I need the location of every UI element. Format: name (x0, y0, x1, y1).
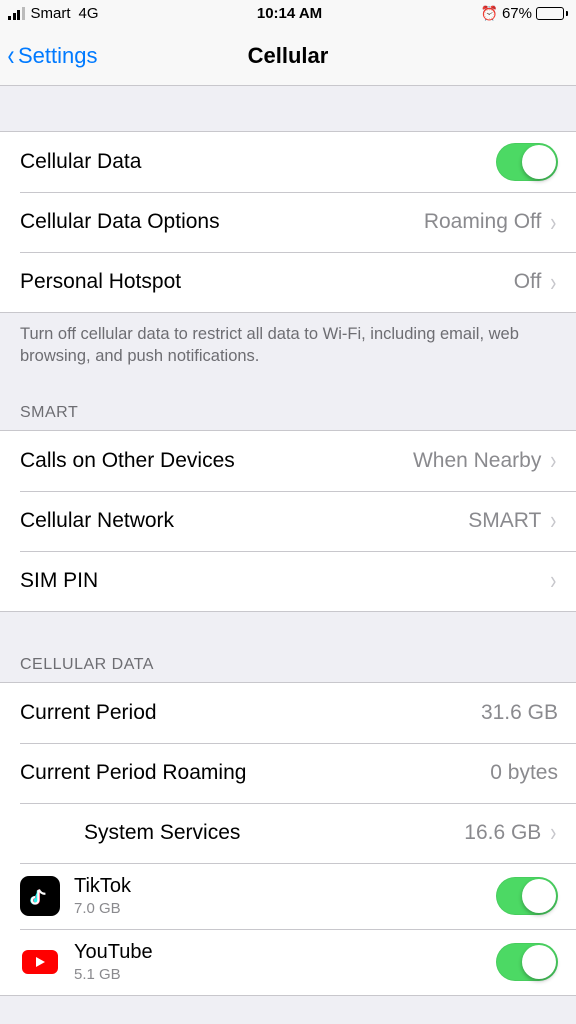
row-label: Cellular Data (20, 150, 141, 174)
row-value: SMART (468, 509, 541, 533)
app-row-youtube[interactable]: YouTube 5.1 GB (0, 929, 576, 995)
calls-other-devices-row[interactable]: Calls on Other Devices When Nearby › (0, 431, 576, 491)
app-toggle[interactable] (496, 877, 558, 915)
carrier-label: Smart (31, 5, 71, 22)
chevron-right-icon: › (551, 565, 557, 596)
nav-bar: ‹ Settings Cellular (0, 26, 576, 86)
cellular-footer-note: Turn off cellular data to restrict all d… (0, 313, 576, 368)
chevron-left-icon: ‹ (8, 41, 15, 71)
smart-group: Calls on Other Devices When Nearby › Cel… (0, 430, 576, 612)
cellular-data-row[interactable]: Cellular Data (0, 132, 576, 192)
youtube-icon (20, 942, 60, 982)
app-name: YouTube (74, 941, 153, 964)
cellular-group: Cellular Data Cellular Data Options Roam… (0, 131, 576, 313)
app-toggle[interactable] (496, 943, 558, 981)
data-usage-group: Current Period 31.6 GB Current Period Ro… (0, 682, 576, 996)
chevron-right-icon: › (551, 267, 557, 298)
current-period-roaming-row: Current Period Roaming 0 bytes (0, 743, 576, 803)
sim-pin-row[interactable]: SIM PIN › (0, 551, 576, 611)
app-usage: 7.0 GB (74, 900, 131, 917)
section-header-cellular-data: CELLULAR DATA (0, 648, 576, 682)
cellular-network-row[interactable]: Cellular Network SMART › (0, 491, 576, 551)
signal-icon (8, 7, 25, 20)
tiktok-icon (20, 876, 60, 916)
chevron-right-icon: › (551, 505, 557, 536)
section-header-smart: SMART (0, 396, 576, 430)
row-value: Roaming Off (424, 210, 542, 234)
system-services-row[interactable]: System Services 16.6 GB › (0, 803, 576, 863)
row-value: 0 bytes (490, 761, 558, 785)
row-label: Calls on Other Devices (20, 449, 235, 473)
back-label: Settings (18, 43, 98, 69)
row-label: Cellular Network (20, 509, 174, 533)
personal-hotspot-row[interactable]: Personal Hotspot Off › (0, 252, 576, 312)
row-value: 31.6 GB (481, 701, 558, 725)
row-value: When Nearby (413, 449, 541, 473)
row-value: 16.6 GB (464, 821, 541, 845)
app-row-tiktok[interactable]: TikTok 7.0 GB (0, 863, 576, 929)
row-label: System Services (84, 821, 240, 845)
row-value: Off (514, 270, 542, 294)
chevron-right-icon: › (551, 817, 557, 848)
chevron-right-icon: › (551, 207, 557, 238)
row-label: Personal Hotspot (20, 270, 181, 294)
current-period-row: Current Period 31.6 GB (0, 683, 576, 743)
clock: 10:14 AM (257, 5, 322, 22)
status-bar: Smart 4G 10:14 AM ⏰ 67% (0, 0, 576, 26)
row-label: Cellular Data Options (20, 210, 220, 234)
row-label: Current Period Roaming (20, 761, 246, 785)
battery-icon (536, 7, 568, 20)
row-label: SIM PIN (20, 569, 98, 593)
cellular-options-row[interactable]: Cellular Data Options Roaming Off › (0, 192, 576, 252)
network-type: 4G (79, 5, 99, 22)
back-button[interactable]: ‹ Settings (0, 41, 98, 71)
alarm-icon: ⏰ (481, 5, 498, 22)
app-usage: 5.1 GB (74, 966, 153, 983)
battery-percent: 67% (502, 5, 532, 22)
chevron-right-icon: › (551, 445, 557, 476)
cellular-data-toggle[interactable] (496, 143, 558, 181)
row-label: Current Period (20, 701, 157, 725)
app-name: TikTok (74, 875, 131, 898)
